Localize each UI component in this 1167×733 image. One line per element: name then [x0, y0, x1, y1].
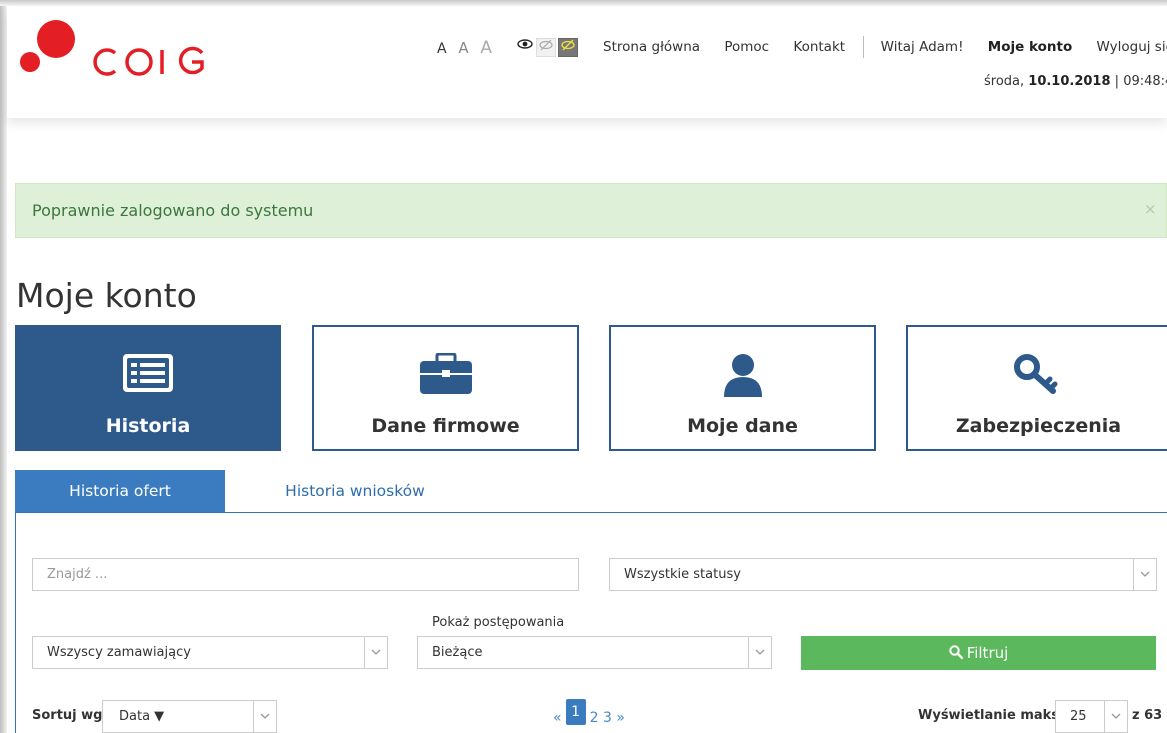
- tile-company-data[interactable]: Dane firmowe: [312, 325, 579, 451]
- pagination-prev[interactable]: «: [553, 710, 562, 726]
- tab-offer-history[interactable]: Historia ofert: [15, 470, 225, 513]
- alert-close-icon[interactable]: ×: [1144, 200, 1157, 218]
- chevron-down-icon: [253, 701, 276, 732]
- filter-button[interactable]: Filtruj: [801, 636, 1156, 670]
- alert-message: Poprawnie zalogowano do systemu: [32, 201, 314, 220]
- time-value: 09:48:48: [1123, 74, 1167, 89]
- page-size-select[interactable]: 25: [1055, 700, 1128, 733]
- chevron-down-icon: [364, 637, 387, 668]
- tile-security[interactable]: Zabezpieczenia: [906, 325, 1167, 451]
- page-size-value: 25: [1070, 709, 1087, 724]
- font-size-switcher: A A A: [437, 38, 499, 58]
- pagination: «1 2 3 »: [553, 699, 625, 731]
- search-input[interactable]: Znajdź ...: [32, 558, 579, 591]
- proceedings-label: Pokaż postępowania: [432, 615, 565, 630]
- page-title: Moje konto: [16, 276, 197, 315]
- status-select[interactable]: Wszystkie statusy: [609, 558, 1157, 591]
- total-count: z 63: [1132, 708, 1163, 723]
- pagination-page-3[interactable]: 3: [603, 710, 612, 726]
- buyer-select-value: Wszyscy zamawiający: [47, 645, 191, 660]
- nav-contact-link[interactable]: Kontakt: [793, 39, 845, 55]
- contrast-normal-icon[interactable]: [516, 38, 534, 55]
- tile-my-data[interactable]: Moje dane: [609, 325, 876, 451]
- time-separator: |: [1114, 74, 1120, 89]
- proceedings-select[interactable]: Bieżące: [417, 636, 772, 669]
- greeting-text: Witaj Adam!: [880, 39, 964, 55]
- sort-select[interactable]: Data ▼: [102, 700, 277, 733]
- briefcase-icon: [419, 352, 473, 399]
- pagination-next[interactable]: »: [616, 710, 625, 726]
- pagination-page-1[interactable]: 1: [565, 699, 586, 725]
- tabs-border: [15, 512, 1167, 513]
- chevron-down-icon: [748, 637, 771, 668]
- font-size-medium[interactable]: A: [458, 39, 468, 57]
- nav-home-link[interactable]: Strona główna: [603, 39, 700, 55]
- tile-company-data-label: Dane firmowe: [371, 415, 520, 437]
- nav-divider: [863, 36, 865, 58]
- tile-history[interactable]: Historia: [15, 325, 281, 451]
- chevron-down-icon: [1104, 701, 1127, 732]
- key-icon: [1013, 353, 1059, 401]
- search-placeholder: Znajdź ...: [47, 567, 108, 582]
- login-success-alert: Poprawnie zalogowano do systemu ×: [15, 183, 1167, 238]
- status-select-value: Wszystkie statusy: [624, 567, 741, 582]
- font-size-large[interactable]: A: [480, 38, 492, 58]
- list-icon: [122, 353, 174, 397]
- nav-my-account-link[interactable]: Moje konto: [988, 39, 1072, 55]
- tab-application-history[interactable]: Historia wniosków: [245, 470, 465, 513]
- nav-logout-link[interactable]: Wyloguj się: [1097, 39, 1167, 55]
- coig-logo[interactable]: [19, 20, 219, 80]
- site-header: A A A Strona główna Pomoc Kontakt Witaj …: [7, 6, 1167, 118]
- sort-label: Sortuj wg:: [32, 708, 108, 723]
- tile-security-label: Zabezpieczenia: [955, 415, 1122, 437]
- tile-my-data-label: Moje dane: [687, 415, 798, 437]
- buyer-select[interactable]: Wszyscy zamawiający: [32, 636, 388, 669]
- window-shadow-left: [0, 0, 7, 733]
- contrast-high-icon[interactable]: [536, 38, 556, 57]
- search-icon: [948, 645, 963, 660]
- filter-button-label: Filtruj: [966, 644, 1009, 662]
- nav-help-link[interactable]: Pomoc: [724, 39, 769, 55]
- sort-select-value: Data ▼: [119, 709, 165, 724]
- panel-border-left: [15, 512, 16, 733]
- current-datetime: środa, 10.10.2018 | 09:48:48: [984, 74, 1167, 89]
- max-display-label: Wyświetlanie maks.: [918, 708, 1064, 723]
- user-icon: [721, 353, 765, 401]
- contrast-yellow-icon[interactable]: [558, 38, 578, 57]
- chevron-down-icon: [1133, 559, 1156, 590]
- proceedings-select-value: Bieżące: [432, 645, 483, 660]
- date-value: 10.10.2018: [1028, 74, 1111, 89]
- pagination-page-2[interactable]: 2: [590, 710, 599, 726]
- tile-history-label: Historia: [105, 415, 191, 437]
- font-size-small[interactable]: A: [437, 41, 447, 57]
- top-navigation: Strona główna Pomoc Kontakt Witaj Adam! …: [603, 36, 1167, 58]
- date-prefix: środa,: [984, 74, 1025, 89]
